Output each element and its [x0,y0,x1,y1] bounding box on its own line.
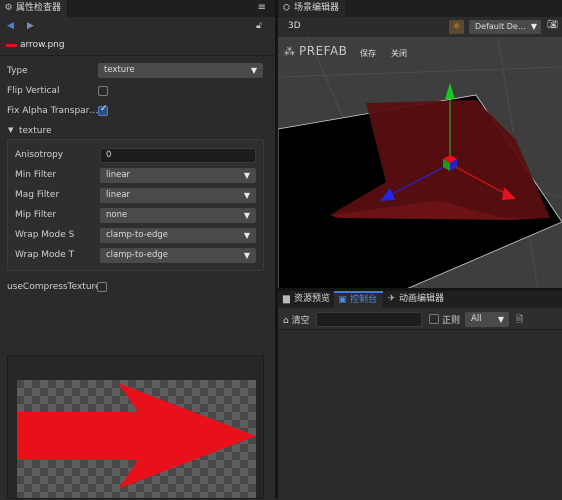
animation-icon: ✈ [387,294,396,304]
mip-filter-select[interactable]: none ▼ [100,208,256,223]
camera-select[interactable]: Default De… ▼ [469,20,541,34]
wrap-s-value: clamp-to-edge [106,230,168,240]
console-icon: ▣ [338,295,347,305]
tab-inspector[interactable]: ⚙ 属性检查器 [0,0,68,17]
gear-icon: ⚙ [4,3,13,13]
chevron-down-icon: ▼ [243,171,250,180]
camera-value: Default De… [475,22,526,31]
tab-asset-preview-label: 资源预览 [294,294,331,304]
back-arrow-icon[interactable]: ◀ [7,21,14,31]
camera-icon[interactable]: 📷︎ [547,20,558,30]
anisotropy-label: Anisotropy [15,150,64,160]
use-compress-checkbox[interactable] [97,282,107,292]
chevron-down-icon: ▼ [250,66,257,75]
wrap-s-label: Wrap Mode S [15,230,75,240]
axis-y-cone [445,83,455,99]
gizmo-settings-button[interactable]: ☼ [449,20,464,34]
console-log-area[interactable] [278,331,562,499]
chevron-down-icon: ▼ [243,191,250,200]
close-button[interactable]: 关闭 [391,48,407,59]
anisotropy-input[interactable]: 0 [100,148,256,163]
wrap-t-value: clamp-to-edge [106,250,168,260]
chevron-down-icon: ▼ [530,22,537,31]
scene-viewport[interactable]: ⁂ PREFAB 保存 关闭 [278,37,562,290]
console-panel: ▆ 资源预览 ▣ 控制台 ✈ 动画编辑器 ⌂ 清空 正则 All ▼ 🗎︎ [278,291,562,499]
chevron-down-icon: ▼ [243,231,250,240]
flip-vertical-label: Flip Vertical [7,86,60,96]
texture-preview-image [17,380,256,498]
flip-vertical-checkbox[interactable] [98,86,108,96]
type-select[interactable]: texture ▼ [98,63,263,78]
mag-filter-select[interactable]: linear ▼ [100,188,256,203]
mag-filter-value: linear [106,190,131,200]
prefab-icon: ⁂ [284,45,295,58]
wrap-t-select[interactable]: clamp-to-edge ▼ [100,248,256,263]
console-tabbar: ▆ 资源预览 ▣ 控制台 ✈ 动画编辑器 [278,291,562,308]
open-log-file-icon[interactable]: 🗎︎ [516,312,523,328]
asset-name: arrow.png [20,40,65,50]
prefab-label: PREFAB [299,44,348,58]
mag-filter-label: Mag Filter [15,190,60,200]
min-filter-label: Min Filter [15,170,57,180]
type-label: Type [7,66,28,76]
broom-icon: ⌂ [283,316,289,326]
folder-icon: ▆ [283,294,290,304]
regex-label: 正则 [442,316,461,326]
chevron-down-icon: ▼ [497,315,504,324]
wrap-t-label: Wrap Mode T [15,250,75,260]
fix-alpha-label: Fix Alpha Transpar… [7,106,99,116]
mode-3d-button[interactable]: 3D [288,21,301,31]
tab-console-label: 控制台 [350,295,378,305]
console-toolbar: ⌂ 清空 正则 All ▼ 🗎︎ [278,308,562,330]
tab-scene-label: 场景编辑器 [294,3,340,13]
menu-icon[interactable]: ≡ [258,2,266,13]
scene-render [278,37,562,290]
min-filter-value: linear [106,170,131,180]
tab-asset-preview[interactable]: ▆ 资源预览 [278,291,336,308]
inspector-panel: ⚙ 属性检查器 ≡ ◀ ▶ 🔓︎ arrow.png Type texture ▼ … [0,0,275,499]
scene-panel: ⛭ 场景编辑器 3D ☼ Default De… ▼ 📷︎ ⁂ PREFAB 保… [278,0,562,290]
chevron-down-icon: ▼ [243,251,250,260]
lock-icon[interactable]: 🔓︎ [256,21,262,31]
tab-inspector-label: 属性检查器 [16,3,62,13]
chevron-down-icon: ▼ [243,211,250,220]
forward-arrow-icon[interactable]: ▶ [27,21,34,31]
tab-animation-label: 动画编辑器 [399,294,445,304]
log-level-select[interactable]: All ▼ [465,312,509,327]
asset-thumbnail-icon [6,44,17,47]
use-compress-label: useCompressTexture [7,282,101,292]
min-filter-select[interactable]: linear ▼ [100,168,256,183]
clear-label: 清空 [291,316,310,326]
tab-scene-editor[interactable]: ⛭ 场景编辑器 [278,0,346,17]
texture-preview [7,355,264,499]
save-button[interactable]: 保存 [360,48,376,59]
clear-button[interactable]: ⌂ 清空 [283,313,310,326]
log-level-value: All [471,314,482,324]
tab-console[interactable]: ▣ 控制台 [334,291,384,308]
mip-filter-label: Mip Filter [15,210,57,220]
scene-tabbar: ⛭ 场景编辑器 [278,0,562,17]
console-search-input[interactable] [316,312,422,327]
inspector-tabbar: ⚙ 属性检查器 ≡ [0,0,275,17]
scene-toolbar: 3D ☼ Default De… ▼ 📷︎ [278,17,562,37]
scene-icon: ⛭ [282,3,291,13]
mip-filter-value: none [106,210,128,220]
section-collapse-icon[interactable]: ▼ [8,126,13,134]
type-value: texture [104,65,135,75]
divider [0,55,275,56]
fix-alpha-checkbox[interactable] [98,104,108,116]
wrap-s-select[interactable]: clamp-to-edge ▼ [100,228,256,243]
texture-section-label[interactable]: texture [19,126,52,136]
regex-checkbox[interactable] [429,314,439,324]
tab-animation-editor[interactable]: ✈ 动画编辑器 [383,291,450,308]
